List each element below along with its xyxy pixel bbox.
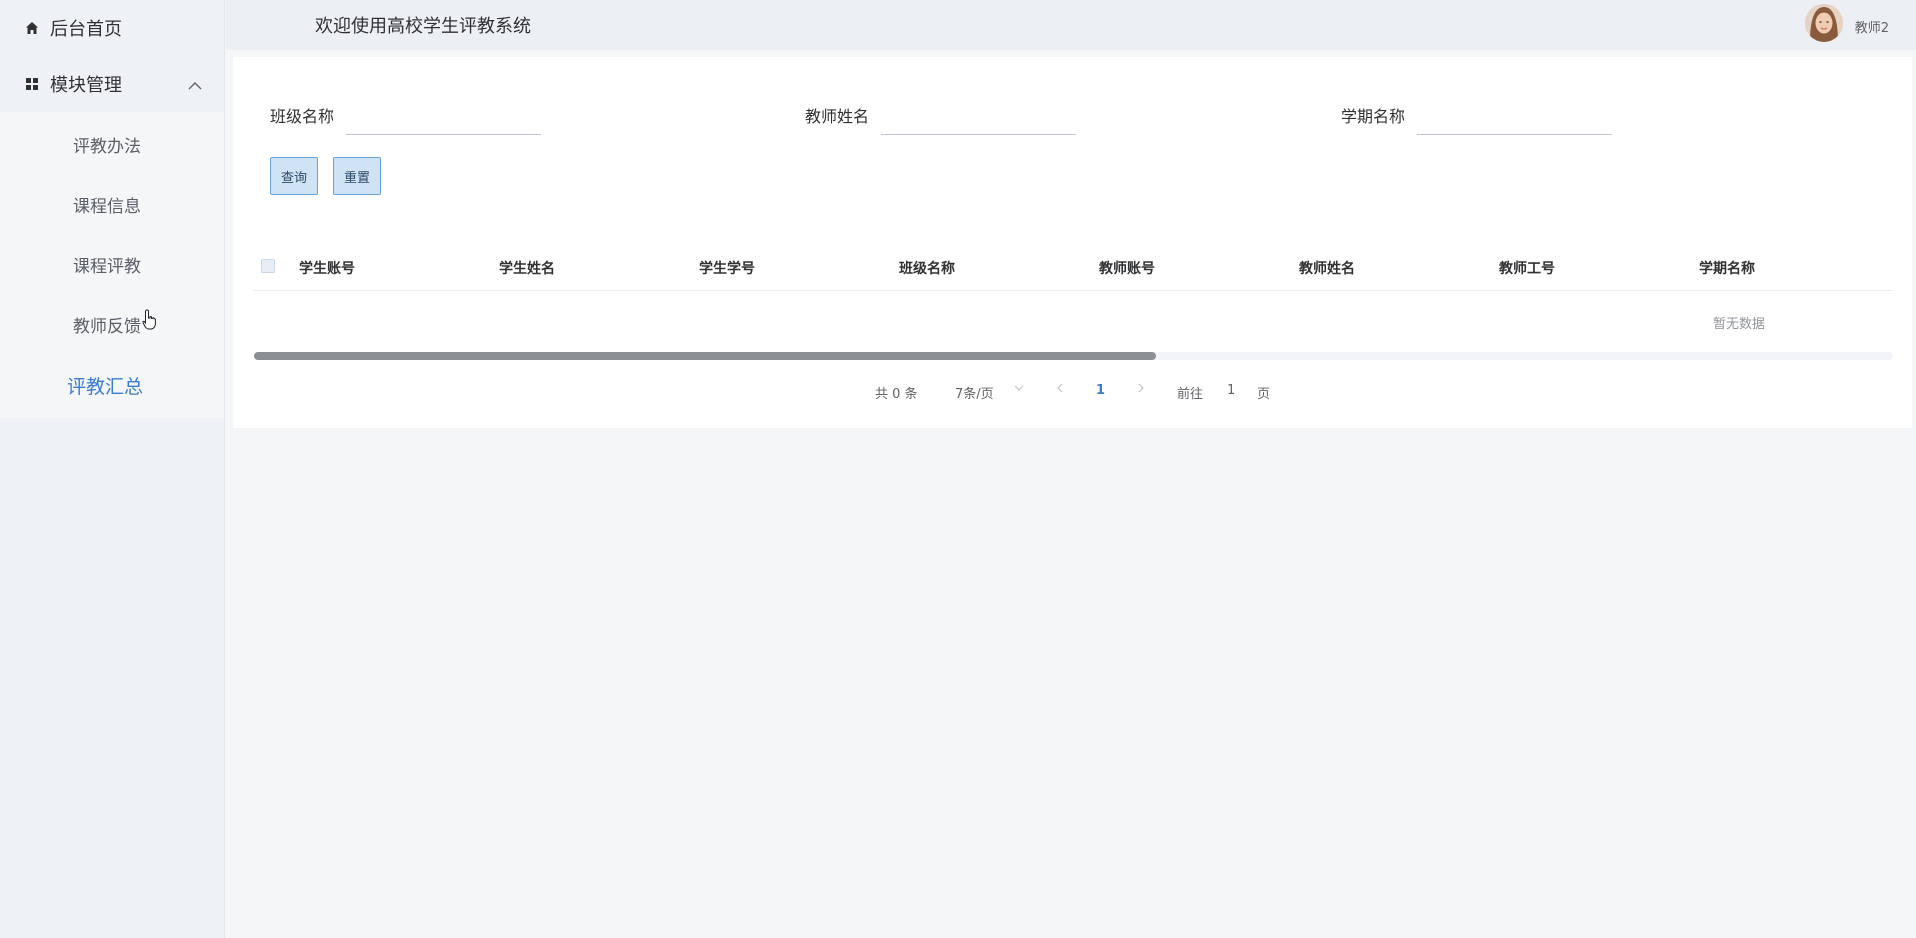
reset-button[interactable]: 重置 xyxy=(333,157,382,195)
sidebar-submenu: 评教办法 课程信息 课程评教 教师反馈 评教汇总 xyxy=(0,112,224,418)
sidebar-item-course-info[interactable]: 课程信息 xyxy=(0,174,224,234)
home-icon xyxy=(24,20,40,36)
sidebar-item-home-label: 后台首页 xyxy=(50,18,122,40)
column-header: 教师姓名 xyxy=(1299,261,1355,277)
page-number-current[interactable]: 1 xyxy=(1096,383,1105,398)
horizontal-scrollbar[interactable] xyxy=(254,352,1893,360)
column-header: 班级名称 xyxy=(899,261,955,277)
column-header: 学期名称 xyxy=(1699,261,1755,277)
total-count: 共 0 条 xyxy=(875,387,918,402)
sidebar-group-label: 模块管理 xyxy=(50,74,122,96)
class-name-label: 班级名称 xyxy=(270,107,335,126)
select-all-checkbox[interactable] xyxy=(261,259,275,273)
goto-label: 前往 xyxy=(1177,387,1204,402)
username[interactable]: 教师2 xyxy=(1855,17,1889,36)
chevron-down-icon[interactable] xyxy=(1014,382,1024,397)
page-size-select[interactable]: 7条/页 xyxy=(955,383,994,402)
sidebar: 后台首页 模块管理 评教办法 课程信息 课程评教 教师反馈 评教汇总 xyxy=(0,0,225,938)
prev-page-button[interactable] xyxy=(1055,382,1065,397)
term-name-label: 学期名称 xyxy=(1341,107,1406,126)
sidebar-item-evaluation-method[interactable]: 评教办法 xyxy=(0,114,224,174)
sidebar-group-module-management[interactable]: 模块管理 xyxy=(0,55,224,112)
column-header: 学生账号 xyxy=(299,261,355,277)
teacher-name-field: 教师姓名 xyxy=(805,95,1077,135)
main-card: 班级名称 教师姓名 学期名称 查询 重置 学生账号 学生姓名 学生学号 班级名称… xyxy=(233,57,1912,428)
empty-text: 暂无数据 xyxy=(1713,317,1766,332)
sidebar-item-label: 评教办法 xyxy=(73,136,141,157)
teacher-name-input[interactable] xyxy=(881,95,1077,135)
column-header: 学生学号 xyxy=(699,261,755,277)
term-name-field: 学期名称 xyxy=(1341,95,1613,135)
top-bar: 欢迎使用高校学生评教系统 教师2 xyxy=(226,0,1916,50)
class-name-field: 班级名称 xyxy=(270,95,542,135)
sidebar-item-label: 课程信息 xyxy=(73,196,141,217)
sidebar-item-home[interactable]: 后台首页 xyxy=(0,0,224,55)
sidebar-item-teacher-feedback[interactable]: 教师反馈 xyxy=(0,294,224,354)
sidebar-item-course-evaluation[interactable]: 课程评教 xyxy=(0,234,224,294)
teacher-name-label: 教师姓名 xyxy=(805,107,870,126)
class-name-input[interactable] xyxy=(346,95,542,135)
table-header: 学生账号 学生姓名 学生学号 班级名称 教师账号 教师姓名 教师工号 学期名称 xyxy=(253,241,1893,291)
sidebar-item-label: 评教汇总 xyxy=(67,375,144,398)
sidebar-item-label: 教师反馈 xyxy=(73,316,141,337)
column-header: 教师工号 xyxy=(1499,261,1555,277)
page-title: 欢迎使用高校学生评教系统 xyxy=(315,16,531,37)
sidebar-item-evaluation-summary[interactable]: 评教汇总 xyxy=(0,354,224,416)
next-page-button[interactable] xyxy=(1136,382,1146,397)
chevron-up-icon[interactable] xyxy=(188,75,202,96)
avatar[interactable] xyxy=(1805,4,1843,42)
grid-icon xyxy=(24,76,40,92)
column-header: 教师账号 xyxy=(1099,261,1155,277)
hand-cursor-icon xyxy=(142,309,158,335)
scrollbar-thumb[interactable] xyxy=(254,352,1156,360)
column-header: 学生姓名 xyxy=(499,261,555,277)
query-button[interactable]: 查询 xyxy=(270,157,319,195)
goto-page-input[interactable]: 1 xyxy=(1227,383,1235,398)
term-name-input[interactable] xyxy=(1417,95,1613,135)
sidebar-item-label: 课程评教 xyxy=(73,256,141,277)
page-suffix: 页 xyxy=(1257,387,1271,402)
page-size-value: 7条/页 xyxy=(955,387,994,402)
